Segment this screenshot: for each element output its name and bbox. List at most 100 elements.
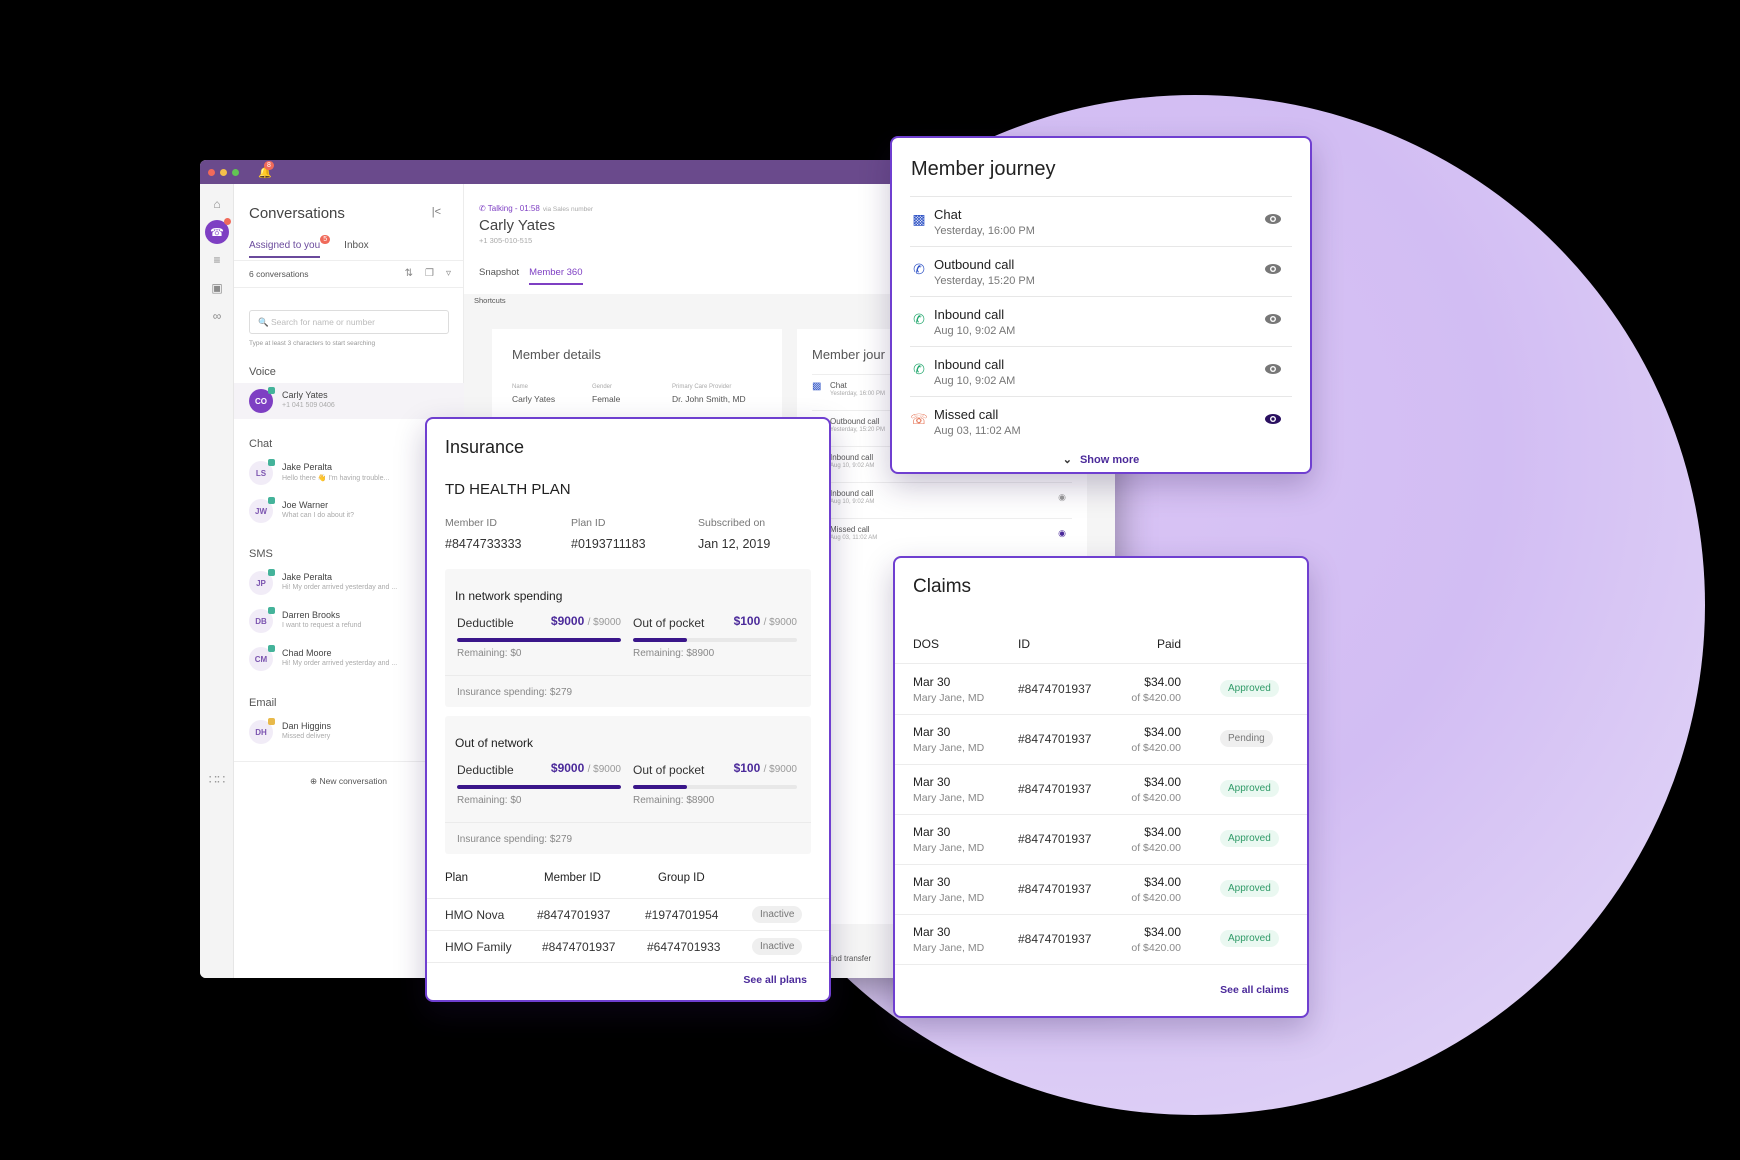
tab-member-360[interactable]: Member 360 <box>529 267 583 285</box>
copy-icon[interactable]: ❐ <box>425 268 434 279</box>
tab-snapshot[interactable]: Snapshot <box>479 267 519 285</box>
show-more-button[interactable]: ⌄ Show more <box>892 453 1310 466</box>
minimize-window-button[interactable] <box>220 168 227 176</box>
message-preview: I want to request a refund <box>282 622 362 629</box>
claim-total: of $420.00 <box>1131 942 1181 954</box>
claim-row[interactable]: Mar 30 Mary Jane, MD #8474701937 $34.00 of $… <box>895 865 1307 915</box>
plan-row[interactable]: HMO Family #8474701937 #6474701933 Inact… <box>427 931 829 963</box>
claim-total: of $420.00 <box>1131 842 1181 854</box>
eye-icon[interactable] <box>1264 262 1282 280</box>
see-all-claims-link[interactable]: See all claims <box>1220 984 1289 996</box>
plan-id-field: Plan ID #0193711183 <box>571 517 646 551</box>
tab-inbox[interactable]: Inbox <box>344 240 368 258</box>
claim-id: #8474701937 <box>1018 832 1092 846</box>
field-gender: Gender Female <box>592 384 621 404</box>
insurance-spending-total: Insurance spending: $279 <box>445 675 811 707</box>
in-network-spending: In network spending Deductible $9000 / $… <box>445 569 811 707</box>
claim-paid: $34.00 <box>1144 875 1181 889</box>
voicemail-icon[interactable]: ∞ <box>200 302 234 330</box>
collapse-panel-icon[interactable]: |< <box>432 206 441 218</box>
plus-circle-icon: ⊕ <box>309 776 318 786</box>
claim-row[interactable]: Mar 30 Mary Jane, MD #8474701937 $34.00 of $… <box>895 765 1307 815</box>
claim-row[interactable]: Mar 30 Mary Jane, MD #8474701937 $34.00 of $… <box>895 815 1307 865</box>
status-badge: Approved <box>1220 880 1279 897</box>
out-of-pocket-progress-bar <box>633 638 797 642</box>
eye-icon[interactable] <box>1264 312 1282 330</box>
plans-table-header: Plan Member ID Group ID <box>427 859 829 899</box>
nav-rail: ⌂ ☎ ≡ ▣ ∞ ∷∷ <box>200 184 234 978</box>
filter-icon[interactable]: ▿ <box>446 268 451 279</box>
claim-row[interactable]: Mar 30 Mary Jane, MD #8474701937 $34.00 of $… <box>895 915 1307 965</box>
close-window-button[interactable] <box>208 168 215 176</box>
phone-active-icon: ✆ <box>479 204 486 213</box>
avatar: CM <box>249 645 275 671</box>
contact-name: Dan Higgins <box>282 721 332 731</box>
avatar: JW <box>249 497 275 523</box>
eye-icon[interactable]: ◉ <box>1058 528 1066 539</box>
eye-icon[interactable] <box>1264 362 1282 380</box>
journey-time: Aug 10, 9:02 AM <box>934 325 1016 337</box>
contact-name: Chad Moore <box>282 648 332 658</box>
claim-provider: Mary Jane, MD <box>913 742 985 754</box>
home-icon[interactable]: ⌂ <box>200 190 234 218</box>
claim-dos: Mar 30 <box>913 775 951 789</box>
field-pcp: Primary Care Provider Dr. John Smith, MD <box>672 384 746 404</box>
status-badge: Inactive <box>752 938 803 955</box>
subscribed-on-field: Subscribed on Jan 12, 2019 <box>698 517 771 551</box>
maximize-window-button[interactable] <box>232 168 239 176</box>
shortcuts-label: Shortcuts <box>474 296 506 305</box>
conversation-item[interactable]: CO Carly Yates +1 041 509 0406 <box>234 383 464 419</box>
journey-item[interactable]: ✆ Inbound call Aug 10, 9:02 AM <box>910 346 1292 396</box>
insurance-spending-total: Insurance spending: $279 <box>445 822 811 854</box>
plans-table: Plan Member ID Group ID HMO Nova #847470… <box>427 859 829 963</box>
apps-grid-icon[interactable]: ∷∷ <box>200 772 234 788</box>
journey-time: Yesterday, 16:00 PM <box>934 225 1035 237</box>
tab-assigned-to-you[interactable]: Assigned to you 5 <box>249 235 331 258</box>
chat-icon: ▩ <box>912 210 926 227</box>
claim-provider: Mary Jane, MD <box>913 792 985 804</box>
contact-name: Jake Peralta <box>282 572 333 582</box>
claim-paid: $34.00 <box>1144 775 1181 789</box>
journey-item[interactable]: ☏ Missed call Aug 03, 11:02 AM <box>910 396 1292 446</box>
claim-total: of $420.00 <box>1131 792 1181 804</box>
claim-provider: Mary Jane, MD <box>913 942 985 954</box>
member-tabs: Snapshot Member 360 <box>479 267 583 285</box>
member-id-field: Member ID #8474733333 <box>445 517 522 551</box>
eye-icon[interactable]: ◉ <box>1058 492 1066 503</box>
claim-row[interactable]: Mar 30 Mary Jane, MD #8474701937 $34.00 of $… <box>895 665 1307 715</box>
message-preview: Missed delivery <box>282 733 331 740</box>
journey-item[interactable]: ✆ Outbound call Yesterday, 15:20 PM <box>910 246 1292 296</box>
member-journey-title: Member journey <box>911 158 1056 180</box>
contacts-icon[interactable]: ▣ <box>200 274 234 302</box>
journey-item[interactable]: ▩ Chat Yesterday, 16:00 PM <box>910 196 1292 246</box>
message-preview: Hello there 👋 I'm having trouble... <box>282 475 390 482</box>
insurance-card: Insurance TD HEALTH PLAN Member ID #84747… <box>425 417 831 1002</box>
deductible-progress-bar <box>457 638 621 642</box>
blind-transfer-button[interactable]: Blind transfer <box>824 954 871 963</box>
eye-icon[interactable] <box>1264 212 1282 230</box>
see-all-plans-link[interactable]: See all plans <box>743 974 807 986</box>
list-icon[interactable]: ≡ <box>200 246 234 274</box>
claim-row[interactable]: Mar 30 Mary Jane, MD #8474701937 $34.00 of $… <box>895 715 1307 765</box>
journey-item[interactable]: ✆ Inbound call Aug 10, 9:02 AM <box>910 296 1292 346</box>
claim-paid: $34.00 <box>1144 675 1181 689</box>
new-conversation-label: New conversation <box>319 776 388 786</box>
avatar: LS <box>249 459 275 485</box>
inbound-call-icon: ✆ <box>913 310 925 327</box>
journey-label: Inbound call <box>934 307 1005 322</box>
deductible-progress-bar <box>457 785 621 789</box>
conversations-toolbar: 6 conversations ⇅ ❐ ▿ <box>234 260 463 288</box>
conversation-tabs: Assigned to you 5 Inbox <box>249 235 369 258</box>
deductible-meter: Deductible $9000 / $9000 Remaining: $0 <box>457 614 621 659</box>
sort-icon[interactable]: ⇅ <box>405 268 413 279</box>
claim-paid: $34.00 <box>1144 925 1181 939</box>
avatar: DB <box>249 607 275 633</box>
notifications-bell-icon[interactable]: 🔔 8 <box>258 160 274 179</box>
conversations-icon[interactable]: ☎ <box>200 218 234 246</box>
claims-card: Claims DOS ID Paid Mar 30 Mary Jane, MD #8… <box>893 556 1309 1018</box>
missed-call-icon: ☏ <box>910 410 928 427</box>
contact-name: Joe Warner <box>282 500 329 510</box>
plan-row[interactable]: HMO Nova #8474701937 #1974701954 Inactiv… <box>427 899 829 931</box>
eye-icon[interactable] <box>1264 412 1282 430</box>
search-input[interactable]: 🔍 Search for name or number <box>249 310 449 334</box>
